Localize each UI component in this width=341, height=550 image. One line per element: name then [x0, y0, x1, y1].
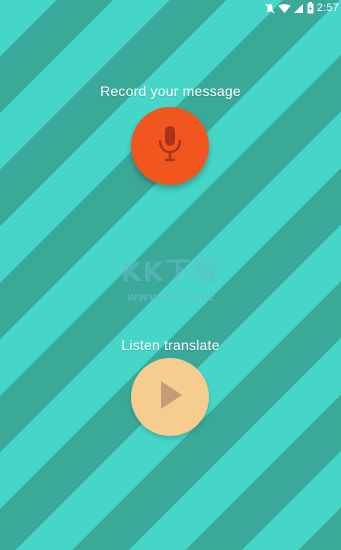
play-icon: [155, 378, 185, 417]
watermark-url: www.kkx.net: [126, 290, 215, 304]
watermark-logo: KK下载: [120, 257, 221, 288]
battery-icon: [307, 2, 314, 14]
signal-icon: [293, 3, 304, 14]
listen-label: Listen translate: [121, 337, 220, 353]
play-button[interactable]: [131, 358, 209, 436]
app-screen: 2:57 Record your message KK下载 www.kkx.ne…: [0, 0, 341, 550]
status-time: 2:57: [316, 2, 339, 14]
mute-icon: [265, 3, 275, 14]
microphone-icon: [155, 124, 185, 169]
wifi-icon: [278, 3, 291, 14]
status-bar: 2:57: [0, 0, 341, 16]
record-label: Record your message: [100, 83, 241, 99]
record-button[interactable]: [131, 107, 209, 185]
